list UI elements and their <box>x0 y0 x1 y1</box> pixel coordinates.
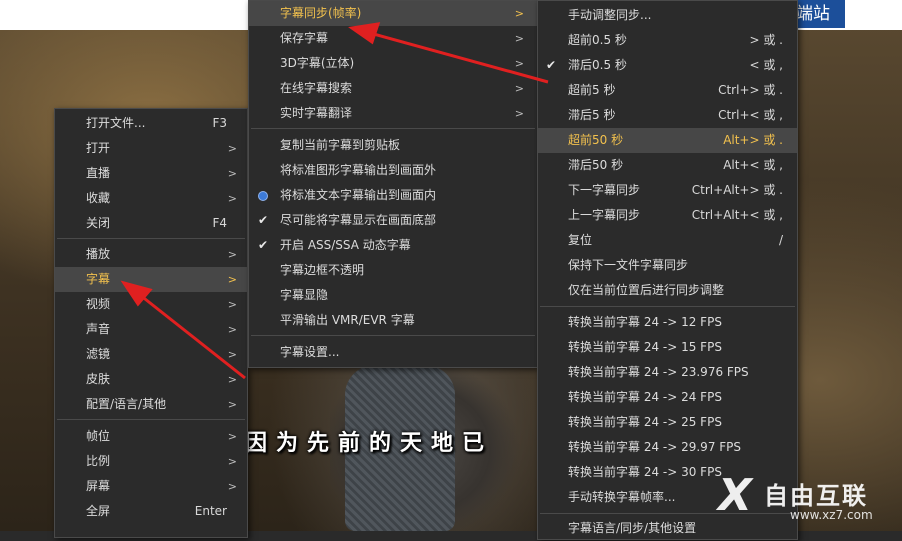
annotation-arrow-subtitle <box>139 293 246 380</box>
annotation-arrow-sync <box>369 31 549 84</box>
watermark-url: www.xz7.com <box>790 508 873 522</box>
watermark-name: 自由互联 <box>764 482 868 510</box>
annotation-arrows <box>120 22 549 380</box>
watermark-x-icon: X <box>718 470 752 521</box>
annotation-arrowhead-sync <box>348 22 381 45</box>
watermark-logo: X 自由互联 www.xz7.com <box>718 468 898 528</box>
